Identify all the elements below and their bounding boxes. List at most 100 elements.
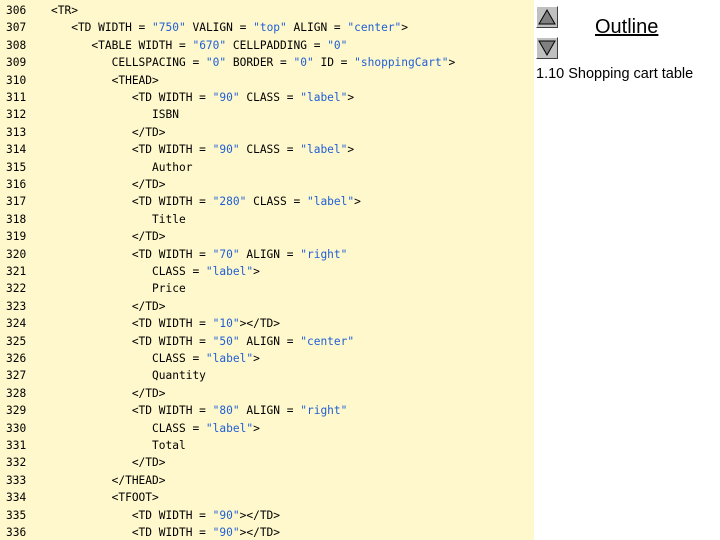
line-number: 316 bbox=[6, 178, 27, 191]
code-line: 336 <TD WIDTH = "90"></TD> bbox=[0, 524, 534, 540]
code-text: <TR> bbox=[51, 2, 78, 19]
markup-text: <TD WIDTH = bbox=[51, 143, 213, 157]
code-text: </TD> bbox=[51, 454, 166, 471]
line-number: 335 bbox=[6, 508, 27, 522]
code-text: CLASS = "label"> bbox=[51, 263, 260, 280]
code-line: 335 <TD WIDTH = "90"></TD> bbox=[0, 507, 534, 524]
line-number: 311 bbox=[6, 91, 27, 104]
markup-text: <TD WIDTH = bbox=[51, 91, 213, 104]
markup-text: Author bbox=[51, 160, 193, 174]
line-number: 332 bbox=[6, 456, 27, 470]
line-number: 317 bbox=[6, 195, 27, 209]
code-line: 311 <TD WIDTH = "90" CLASS = "label"> bbox=[0, 89, 534, 106]
string-literal: "top" bbox=[253, 21, 287, 35]
line-number: 323 bbox=[6, 299, 27, 313]
code-line: 320 <TD WIDTH = "70" ALIGN = "right" bbox=[0, 246, 534, 263]
code-line: 327 Quantity bbox=[0, 367, 534, 384]
string-literal: "0" bbox=[205, 56, 227, 70]
string-literal: "0" bbox=[327, 38, 348, 52]
line-number: 313 bbox=[6, 125, 27, 139]
code-line: 312 ISBN bbox=[0, 106, 534, 123]
markup-text: ALIGN = bbox=[239, 404, 301, 418]
code-text: CLASS = "label"> bbox=[51, 350, 260, 367]
string-literal: "10" bbox=[212, 317, 240, 331]
string-literal: "90" bbox=[212, 91, 240, 104]
line-number: 318 bbox=[6, 212, 27, 226]
code-text: </TD> bbox=[51, 176, 166, 193]
code-listing: 306 <TR> 307 <TD WIDTH = "750" VALIGN = "t… bbox=[0, 0, 534, 540]
line-number: 329 bbox=[6, 404, 27, 418]
code-line: 314 <TD WIDTH = "90" CLASS = "label"> bbox=[0, 141, 534, 158]
markup-text: <TD WIDTH = bbox=[51, 526, 213, 539]
markup-text: ></TD> bbox=[239, 508, 281, 522]
code-line: 315 Author bbox=[0, 159, 534, 176]
string-literal: "670" bbox=[192, 38, 227, 52]
string-literal: "50" bbox=[212, 334, 240, 348]
markup-text: </TD> bbox=[51, 456, 166, 470]
line-number: 306 bbox=[6, 4, 27, 17]
markup-text: > bbox=[347, 143, 355, 157]
markup-text: > bbox=[401, 21, 409, 35]
markup-text: </TD> bbox=[51, 230, 166, 244]
code-text: <TFOOT> bbox=[51, 489, 159, 506]
line-number: 326 bbox=[6, 352, 27, 365]
line-number: 328 bbox=[6, 386, 27, 400]
code-line: 321 CLASS = "label"> bbox=[0, 263, 534, 280]
line-number: 312 bbox=[6, 108, 27, 122]
line-number: 322 bbox=[6, 282, 27, 296]
line-number: 320 bbox=[6, 247, 27, 261]
markup-text: BORDER = bbox=[226, 56, 294, 70]
line-number: 314 bbox=[6, 143, 27, 157]
markup-text: </TD> bbox=[51, 386, 166, 400]
line-number: 336 bbox=[6, 526, 27, 539]
string-literal: "shoppingCart" bbox=[354, 56, 449, 70]
code-text: <TD WIDTH = "70" ALIGN = "right" bbox=[51, 246, 348, 263]
markup-text: <TFOOT> bbox=[51, 491, 159, 505]
code-text: <TD WIDTH = "90" CLASS = "label"> bbox=[51, 141, 354, 158]
markup-text: CELLPADDING = bbox=[226, 38, 328, 52]
code-text: </TD> bbox=[51, 385, 166, 402]
code-line: 318 Title bbox=[0, 211, 534, 228]
string-literal: "right" bbox=[300, 247, 348, 261]
string-literal: "750" bbox=[152, 21, 186, 35]
markup-text: Quantity bbox=[51, 369, 206, 383]
string-literal: "80" bbox=[212, 404, 240, 418]
code-line: 309 CELLSPACING = "0" BORDER = "0" ID = … bbox=[0, 54, 534, 71]
markup-text: CLASS = bbox=[246, 195, 307, 209]
string-literal: "label" bbox=[300, 143, 348, 157]
code-line: 323 </TD> bbox=[0, 298, 534, 315]
string-literal: "center" bbox=[300, 334, 355, 348]
code-text: ISBN bbox=[51, 106, 179, 123]
markup-text: CLASS = bbox=[51, 265, 206, 278]
markup-text: > bbox=[253, 352, 260, 365]
code-text: Price bbox=[51, 280, 186, 297]
code-text: </TD> bbox=[51, 298, 166, 315]
markup-text: > bbox=[448, 56, 456, 70]
line-number: 319 bbox=[6, 230, 27, 244]
string-literal: "center" bbox=[347, 21, 402, 35]
markup-text: ID = bbox=[313, 56, 355, 70]
code-text: <TD WIDTH = "90"></TD> bbox=[51, 524, 280, 540]
code-line: 332 </TD> bbox=[0, 454, 534, 471]
markup-text: VALIGN = bbox=[185, 21, 254, 35]
code-text: <TD WIDTH = "750" VALIGN = "top" ALIGN =… bbox=[51, 19, 408, 36]
code-text: <TD WIDTH = "10"></TD> bbox=[51, 315, 280, 332]
code-line: 333 </THEAD> bbox=[0, 472, 534, 489]
string-literal: "90" bbox=[212, 526, 240, 539]
line-number: 331 bbox=[6, 439, 27, 452]
code-text: Quantity bbox=[51, 367, 206, 384]
string-literal: "label" bbox=[205, 265, 254, 278]
code-text: <TD WIDTH = "50" ALIGN = "center" bbox=[51, 333, 354, 350]
code-line: 330 CLASS = "label"> bbox=[0, 420, 534, 437]
code-text: </TD> bbox=[51, 228, 166, 245]
code-text: CLASS = "label"> bbox=[51, 420, 260, 437]
next-slide-button[interactable] bbox=[536, 37, 558, 59]
string-literal: "label" bbox=[300, 91, 348, 104]
string-literal: "0" bbox=[293, 56, 314, 70]
outline-title[interactable]: Outline bbox=[595, 16, 658, 39]
previous-slide-button[interactable] bbox=[536, 6, 558, 28]
markup-text: </THEAD> bbox=[51, 473, 166, 487]
code-line: 329 <TD WIDTH = "80" ALIGN = "right" bbox=[0, 402, 534, 419]
markup-text: ISBN bbox=[51, 108, 179, 122]
string-literal: "label" bbox=[205, 421, 254, 435]
